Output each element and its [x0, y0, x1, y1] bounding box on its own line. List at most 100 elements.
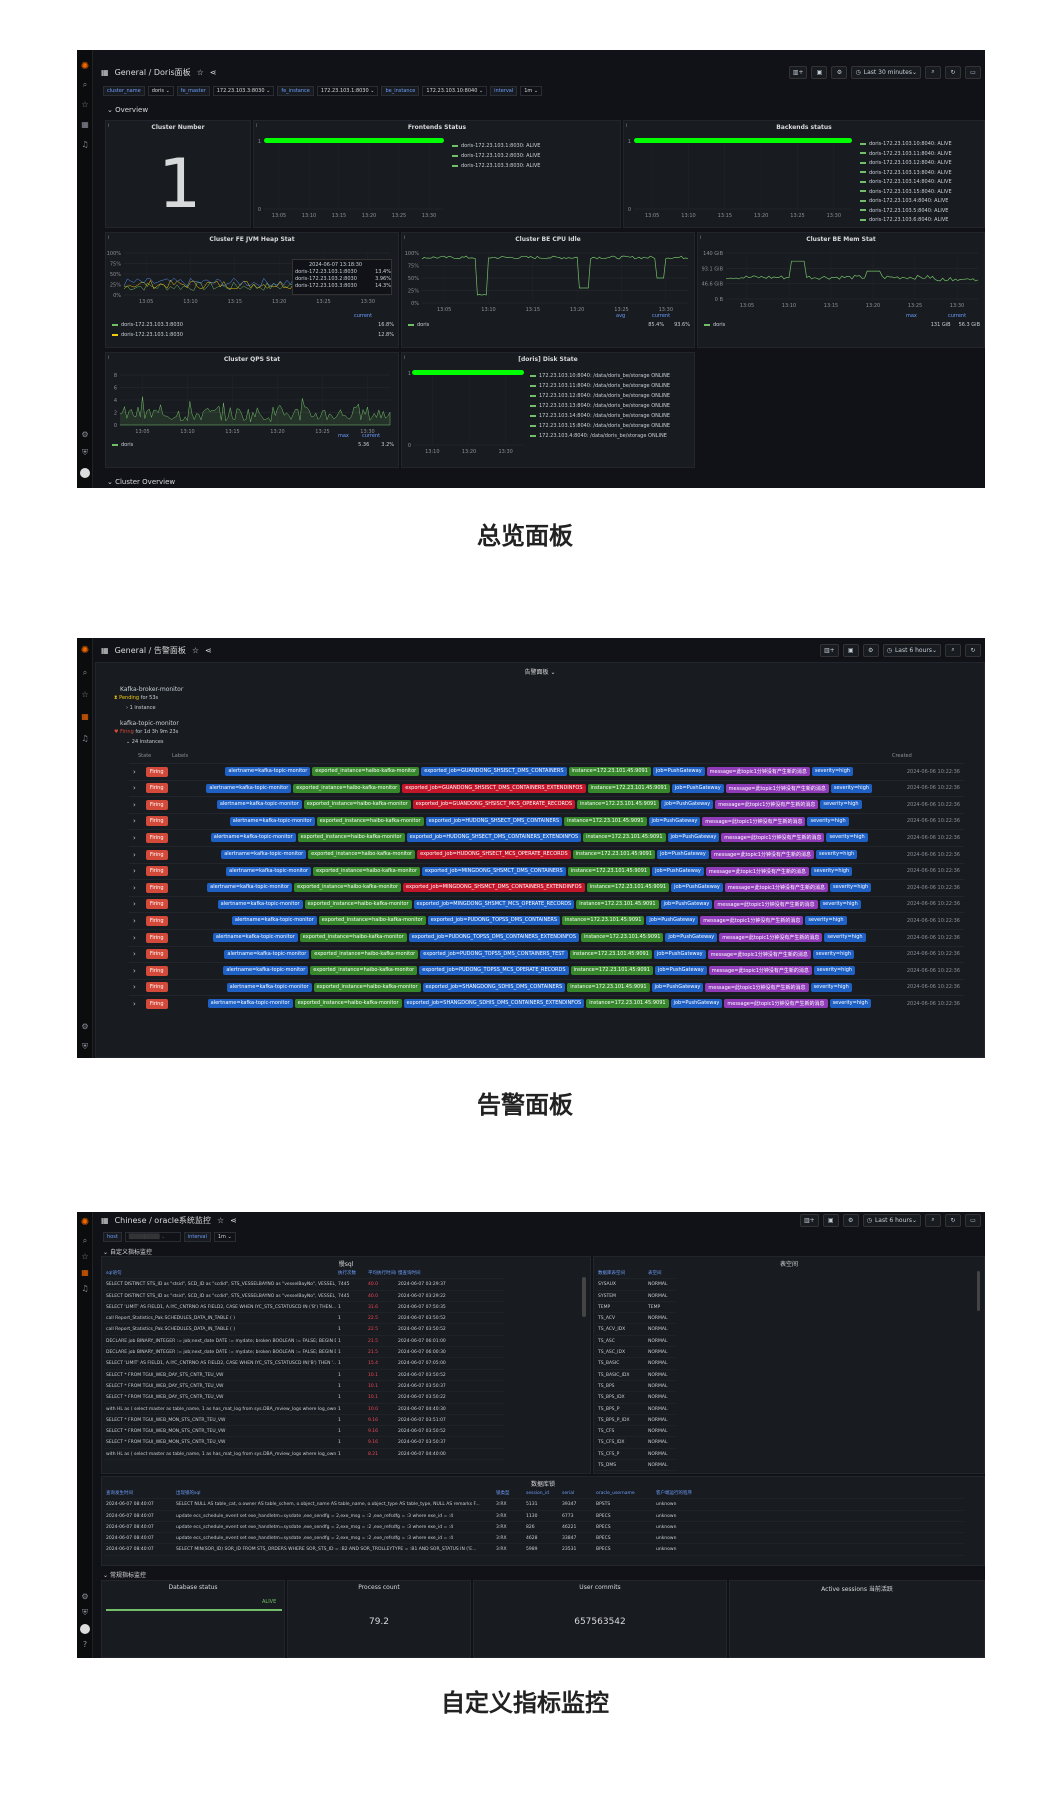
scrollbar[interactable] — [582, 1277, 586, 1317]
var-host-value[interactable]: ▒▒▒▒▒▒▒▒ ⌄ — [124, 1232, 181, 1242]
bell-icon[interactable]: ♫ — [80, 140, 90, 150]
refresh-icon[interactable]: ↻ — [945, 65, 961, 79]
legend-item[interactable]: doris 93.6% 85.4% — [408, 322, 690, 328]
alert-row[interactable]: › Firing alertname=kafka-topic-monitor expo… — [129, 846, 964, 862]
grafana-logo-icon[interactable]: ✺ — [80, 646, 90, 656]
legend-item[interactable]: doris 56.3 GiB 131 GiB — [704, 322, 980, 328]
column-header[interactable]: 出现锁的sql — [174, 1488, 494, 1498]
table-row[interactable]: TS_BASIC NORMAL — [596, 1358, 676, 1370]
alert-row[interactable]: › Firing alertname=kafka-topic-monitor expo… — [129, 812, 964, 829]
legend-item[interactable]: doris-172.23.103.4:8040: ALIVE — [860, 198, 948, 204]
apps-icon[interactable]: ▦ — [101, 646, 109, 655]
legend-item[interactable]: doris-172.23.103.11:8040: ALIVE — [860, 151, 952, 157]
gear-icon[interactable]: ⚙ — [862, 643, 879, 657]
legend-item[interactable]: doris-172.23.103.12:8040: ALIVE — [860, 160, 952, 166]
column-header[interactable]: 锁类型 — [494, 1488, 524, 1498]
legend-item[interactable]: doris 3.2% 5.36 — [112, 442, 394, 448]
table-row[interactable]: call Report_Statistics_Pak.SCHEDULES_DAT… — [104, 1324, 504, 1336]
table-row[interactable]: SELECT 'LIMIT' AS FIELD1, A.IYC_CNTRNO A… — [104, 1302, 504, 1314]
gear-icon[interactable]: ⚙ — [842, 1213, 859, 1227]
instances-toggle[interactable]: › 1 instance — [126, 705, 156, 711]
table-row[interactable]: TS_BPS_IDX NORMAL — [596, 1392, 676, 1404]
legend-item[interactable]: 172.23.103.11:8040: /data/doris_be/stora… — [530, 383, 670, 389]
shield-icon[interactable]: ⛨ — [80, 1608, 90, 1618]
avatar[interactable] — [80, 1624, 90, 1634]
cluster-number-panel[interactable]: i Cluster Number 1 — [105, 120, 251, 228]
column-header[interactable]: sql语句 — [104, 1268, 336, 1278]
table-row[interactable]: TS_CFS NORMAL — [596, 1426, 676, 1438]
row-general-metrics[interactable]: ⌄ 常规指标监控 — [103, 1570, 146, 1579]
time-picker[interactable]: ◷ Last 30 minutes ⌄ — [851, 65, 921, 79]
star-icon[interactable]: ☆ — [80, 100, 90, 110]
disk-state-panel[interactable]: i [doris] Disk State 1 0 13:10 13:20 13:30 1… — [401, 352, 695, 468]
star-icon[interactable]: ☆ — [80, 690, 90, 700]
var-value-4[interactable]: 1m ⌄ — [520, 86, 543, 96]
legend-item[interactable]: doris-172.23.103.3:8030: ALIVE — [452, 163, 540, 169]
alert-row[interactable]: › Firing alertname=kafka-topic-monitor expo… — [129, 779, 964, 796]
search-icon[interactable]: ⌕ — [80, 80, 90, 90]
column-header[interactable]: 查询发生时间 — [104, 1488, 174, 1498]
save-icon[interactable]: ▣ — [842, 643, 859, 657]
column-header[interactable]: 表空间 — [646, 1268, 674, 1278]
alerts-section-title[interactable]: 告警面板 ⌄ — [96, 667, 984, 676]
legend-item[interactable]: doris-172.23.103.13:8040: ALIVE — [860, 170, 952, 176]
table-row[interactable]: TS_BPS NORMAL — [596, 1381, 676, 1393]
legend-item[interactable]: doris-172.23.103.15:8040: ALIVE — [860, 189, 952, 195]
share-icon[interactable]: ⋖ — [210, 68, 217, 77]
tv-icon[interactable]: ▭ — [965, 1213, 981, 1227]
save-icon[interactable]: ▣ — [811, 65, 828, 79]
qps-panel[interactable]: i Cluster QPS Stat 8 6 4 2 0 13:05 13:10 13:15 1… — [105, 352, 399, 468]
frontends-status-panel[interactable]: i Frontends Status 1 0 13:05 13:10 13:15 13:2… — [253, 120, 621, 228]
var-value-2[interactable]: 172.23.103.1:8030 ⌄ — [316, 86, 379, 96]
legend-item[interactable]: doris-172.23.103.1:8030 12.8% — [112, 332, 394, 338]
legend-item[interactable]: doris-172.23.103.14:8040: ALIVE — [860, 179, 952, 185]
column-header[interactable]: 慢查询时间 — [396, 1268, 456, 1278]
legend-item[interactable]: 172.23.103.14:8040: /data/doris_be/stora… — [530, 413, 670, 419]
grafana-logo-icon[interactable]: ✺ — [80, 62, 90, 72]
tablespace-panel[interactable]: 表空间 数据库表空间 表空间 SYSAUX NORMAL SYSTEM NORMAL TEM… — [593, 1256, 985, 1474]
var-interval-value[interactable]: 1m ⌄ — [213, 1232, 236, 1242]
help-icon[interactable]: ? — [80, 1640, 90, 1650]
alert-row[interactable]: › Firing alertname=kafka-topic-monitor expo… — [129, 895, 964, 912]
table-row[interactable]: SYSTEM NORMAL — [596, 1291, 676, 1302]
row-overview[interactable]: ⌄ Overview — [107, 106, 148, 114]
add-panel-button[interactable]: ▥+ — [820, 643, 839, 657]
db-lock-panel[interactable]: 数据库锁 查询发生时间 出现锁的sql 锁类型 session_id serial ora… — [101, 1476, 985, 1566]
alert-row[interactable]: › Firing alertname=kafka-topic-monitor expo… — [129, 929, 964, 945]
table-row[interactable]: DECLARE job BINARY_INTEGER := job;next_d… — [104, 1336, 504, 1348]
table-row[interactable]: SELECT * FROM TGUI_WEB_MON_STS_CNTR_TEU_… — [104, 1426, 504, 1438]
apps-icon[interactable]: ▦ — [101, 1216, 109, 1225]
refresh-icon[interactable]: ↻ — [945, 1213, 961, 1227]
shield-icon[interactable]: ⛨ — [80, 448, 90, 458]
alert-row[interactable]: › Firing alertname=kafka-topic-monitor expo… — [129, 978, 964, 995]
table-row[interactable]: with HL as ( select master as table_name… — [104, 1449, 504, 1461]
breadcrumb[interactable]: Chinese / oracle系统监控 — [115, 1215, 211, 1226]
alert-group-name[interactable]: Kafka-broker-monitor — [120, 686, 183, 693]
table-row[interactable]: 2024-06-07 08:40:07 SELECT MIN(SOR_ID) SO… — [104, 1544, 964, 1556]
table-row[interactable]: SELECT * FROM TGUI_WEB_MON_STS_CNTR_TEU_… — [104, 1437, 504, 1449]
table-row[interactable]: TS_BPS_P NORMAL — [596, 1404, 676, 1415]
shield-icon[interactable]: ⛨ — [80, 1042, 90, 1052]
legend-item[interactable]: 172.23.103.13:8040: /data/doris_be/stora… — [530, 403, 670, 409]
table-row[interactable]: TS_DMS NORMAL — [596, 1460, 676, 1472]
user-commits-panel[interactable]: User commits 657563542 — [473, 1580, 727, 1658]
zoom-out-icon[interactable]: ⌕ — [925, 1213, 941, 1227]
table-row[interactable]: 2024-06-07 08:40:07 update ecs_schedule_e… — [104, 1522, 964, 1534]
cpu-idle-panel[interactable]: i Cluster BE CPU Idle 100% 75% 50% 25% 0% 13:… — [401, 232, 695, 348]
table-row[interactable]: TS_CFS_P NORMAL — [596, 1449, 676, 1461]
alert-row[interactable]: › Firing alertname=kafka-topic-monitor expo… — [129, 962, 964, 978]
legend-item[interactable]: doris-172.23.103.2:8030: ALIVE — [452, 153, 540, 159]
table-row[interactable]: SELECT DISTINCT STS_ID as "stsid", SCD_I… — [104, 1279, 504, 1291]
instances-toggle[interactable]: ⌄ 24 instances — [126, 739, 164, 745]
alert-row[interactable]: › Firing alertname=kafka-topic-monitor expo… — [129, 945, 964, 962]
dashboards-icon[interactable]: ▦ — [80, 1268, 90, 1278]
table-row[interactable]: SELECT * FROM TGUI_WEB_DAY_STS_CNTR_TEU_… — [104, 1392, 504, 1404]
table-row[interactable]: TS_CFS_IDX NORMAL — [596, 1437, 676, 1449]
table-row[interactable]: SYSAUX NORMAL — [596, 1279, 676, 1291]
table-row[interactable]: TS_ASC NORMAL — [596, 1336, 676, 1348]
table-row[interactable]: TEMP TEMP — [596, 1302, 676, 1314]
slow-sql-panel[interactable]: 慢sql sql语句执行次数平均执行时间(s)慢查询时间 SELECT DISTI… — [101, 1256, 591, 1474]
legend-item[interactable]: 172.23.103.10:8040: /data/doris_be/stora… — [530, 373, 670, 379]
column-header[interactable]: 数据库表空间 — [596, 1268, 646, 1278]
table-row[interactable]: TS_ASC_IDX NORMAL — [596, 1347, 676, 1359]
